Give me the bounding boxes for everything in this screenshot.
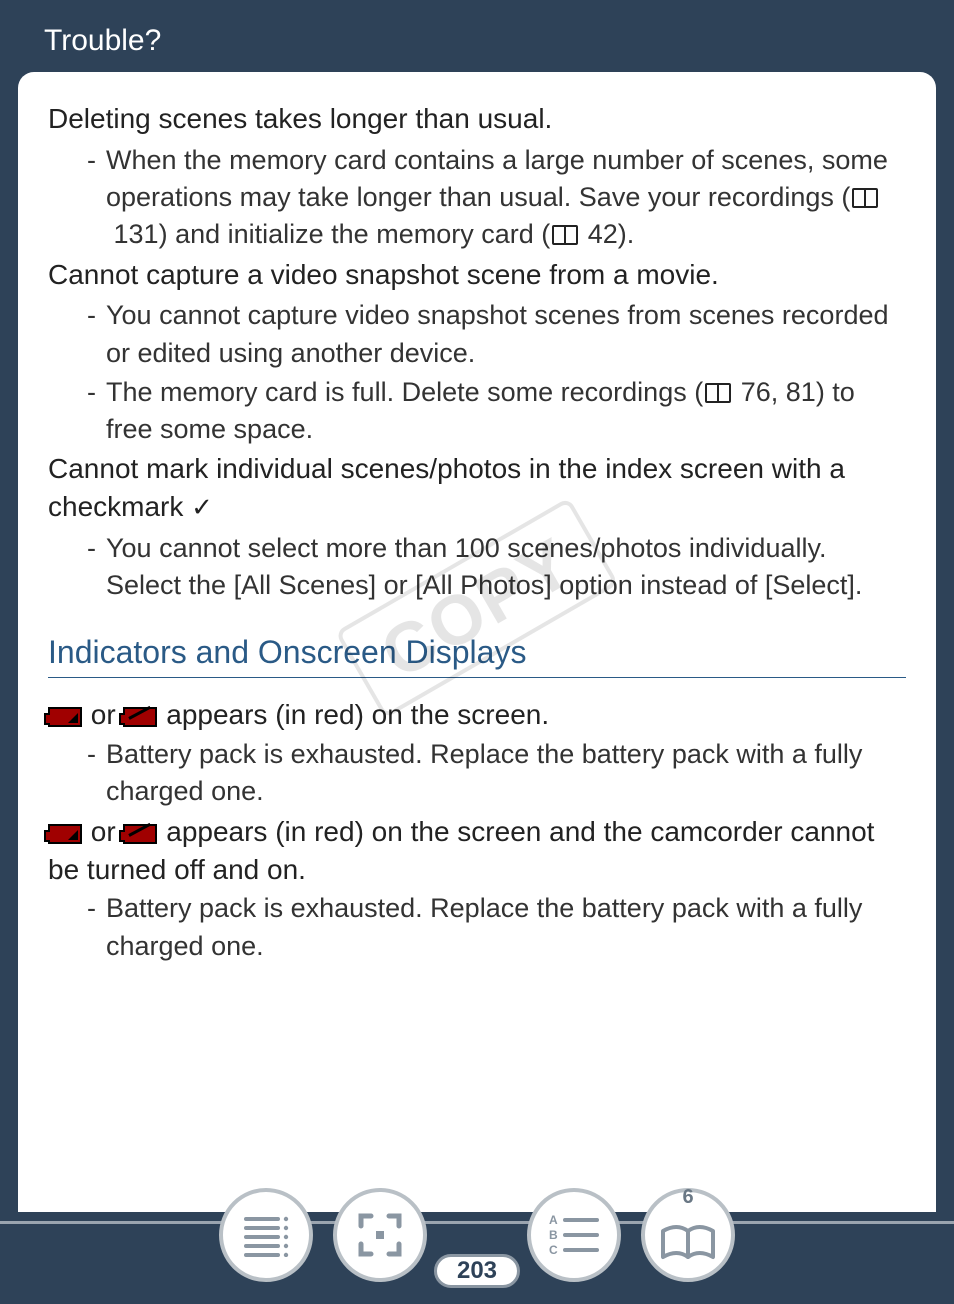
battery-low-icon	[48, 707, 82, 727]
dash: -	[48, 374, 106, 449]
header-section-title: Trouble?	[0, 0, 954, 72]
battery-empty-icon	[123, 707, 157, 727]
svg-text:B: B	[549, 1228, 558, 1242]
svg-text:A: A	[549, 1213, 558, 1227]
battery-empty-icon	[123, 824, 157, 844]
dash: -	[48, 736, 106, 811]
battery-low-icon	[48, 824, 82, 844]
checkmark-icon: ✓	[191, 492, 213, 522]
bullet-text: When the memory card contains a large nu…	[106, 142, 906, 254]
issue-bullet: - You cannot capture video snapshot scen…	[48, 297, 906, 372]
issue-title: Deleting scenes takes longer than usual.	[48, 100, 906, 138]
text: ).	[618, 219, 635, 249]
indicator-bullet: - Battery pack is exhausted. Replace the…	[48, 890, 906, 965]
indicator-bullet: - Battery pack is exhausted. Replace the…	[48, 736, 906, 811]
dash: -	[48, 890, 106, 965]
issue-bullet: - You cannot select more than 100 scenes…	[48, 530, 906, 605]
svg-text:C: C	[549, 1243, 558, 1257]
bullet-text: Battery pack is exhausted. Replace the b…	[106, 890, 906, 965]
bullet-text: You cannot select more than 100 scenes/p…	[106, 530, 906, 605]
page-ref[interactable]: 42	[588, 219, 618, 249]
book-icon	[705, 383, 731, 403]
index-button[interactable]: A B C	[527, 1188, 621, 1282]
chapter-button[interactable]: 6	[641, 1188, 735, 1282]
text: appears (in red) on the screen and the c…	[48, 816, 874, 885]
bullet-text: The memory card is full. Delete some rec…	[106, 374, 906, 449]
dash: -	[48, 530, 106, 605]
text: The memory card is full. Delete some rec…	[106, 377, 703, 407]
dash: -	[48, 142, 106, 254]
bullet-text: You cannot capture video snapshot scenes…	[106, 297, 906, 372]
text: Cannot mark individual scenes/photos in …	[48, 453, 845, 522]
indicator-title: or appears (in red) on the screen and th…	[48, 813, 906, 889]
fullscreen-button[interactable]	[333, 1188, 427, 1282]
bullet-text: Battery pack is exhausted. Replace the b…	[106, 736, 906, 811]
book-icon	[852, 188, 878, 208]
text: ) and initialize the memory card (	[159, 219, 551, 249]
text: appears (in red) on the screen.	[158, 699, 549, 730]
text: When the memory card contains a large nu…	[106, 145, 888, 212]
list-icon	[240, 1213, 292, 1257]
chapter-number: 6	[682, 1186, 693, 1209]
page-ref[interactable]: 131	[114, 219, 159, 249]
issue-bullet: - The memory card is full. Delete some r…	[48, 374, 906, 449]
issue-title: Cannot capture a video snapshot scene fr…	[48, 256, 906, 294]
header-text: Trouble?	[44, 24, 161, 57]
toc-button[interactable]	[219, 1188, 313, 1282]
page-number: 203	[457, 1257, 497, 1284]
section-heading: Indicators and Onscreen Displays	[48, 634, 906, 678]
page-number-pill: 203	[434, 1254, 520, 1288]
dash: -	[48, 297, 106, 372]
open-book-icon	[659, 1221, 717, 1261]
expand-icon	[355, 1210, 405, 1260]
indicator-title: or appears (in red) on the screen.	[48, 696, 906, 734]
page-ref[interactable]: 76, 81	[741, 377, 816, 407]
book-icon	[552, 225, 578, 245]
page-body: COPY Deleting scenes takes longer than u…	[18, 72, 936, 1212]
issue-title: Cannot mark individual scenes/photos in …	[48, 450, 906, 526]
text: or	[83, 816, 123, 847]
abc-list-icon: A B C	[547, 1212, 601, 1258]
issue-bullet: - When the memory card contains a large …	[48, 142, 906, 254]
text: or	[83, 699, 123, 730]
